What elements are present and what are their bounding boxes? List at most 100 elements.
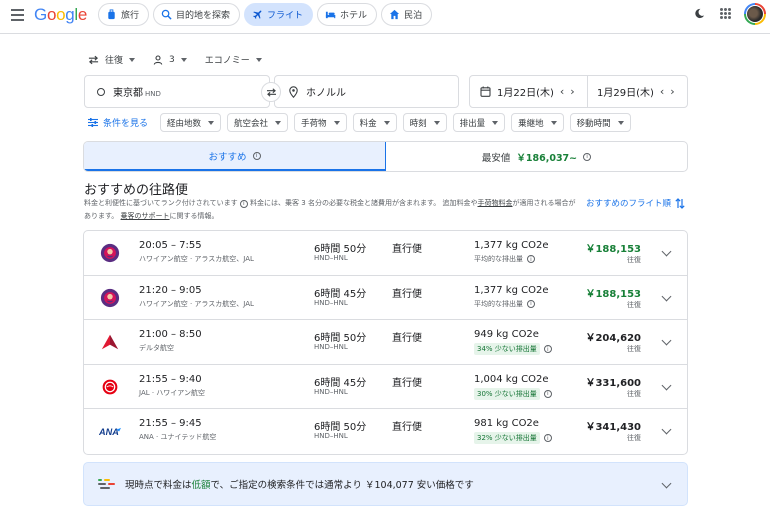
price-insight-text: 現時点で料金は低額で、ご指定の検索条件では通常より ￥104,077 安い価格で… <box>125 477 474 491</box>
all-filters-button[interactable]: 条件を見る <box>88 116 148 129</box>
info-icon[interactable]: i <box>527 299 535 308</box>
info-icon[interactable]: i <box>543 434 552 443</box>
trip-options: 往復 3 エコノミー <box>88 53 262 66</box>
expand-chevron-icon[interactable] <box>661 246 672 257</box>
co2-note: 34% 少ない排出量 i <box>474 343 552 356</box>
airline-name: デルタ航空 <box>139 344 174 353</box>
flight-duration: 6時間 45分 <box>314 288 367 300</box>
flight-times: 21:00 – 8:50 <box>139 329 202 341</box>
product-tabs: 旅行 目的地を探索 フライト ホテル 民泊 <box>98 3 433 26</box>
flight-stops: 直行便 <box>392 422 422 434</box>
tab-travel-label: 旅行 <box>121 11 140 21</box>
swap-arrows-icon <box>88 55 99 64</box>
expand-chevron-icon[interactable] <box>661 478 672 489</box>
tab-flights[interactable]: フライト <box>244 3 314 26</box>
tab-travel[interactable]: 旅行 <box>98 3 150 26</box>
flight-duration: 6時間 45分 <box>314 377 367 389</box>
passenger-assistance-link[interactable]: 乗客のサポート <box>121 212 170 220</box>
sort-by-button[interactable]: おすすめのフライト順 <box>586 197 685 209</box>
flight-row[interactable]: 21:00 – 8:50 デルタ航空 6時間 50分 HND–HNL 直行便 9… <box>84 320 687 365</box>
tip-low-label: 低額 <box>191 480 211 491</box>
cabin-class-value: エコノミー <box>204 56 250 66</box>
filter-airlines[interactable]: 航空会社 <box>227 113 289 132</box>
caret-down-icon <box>383 120 390 125</box>
info-icon[interactable]: i <box>527 255 535 263</box>
trip-type-select[interactable]: 往復 <box>88 53 136 66</box>
origin-field[interactable]: 東京都 HND <box>84 75 270 108</box>
filter-duration[interactable]: 移動時間 <box>569 113 631 132</box>
filter-label: 排出量 <box>459 118 486 129</box>
info-icon[interactable]: i <box>239 199 248 208</box>
ranking-note: 料金と利便性に基づいてランク付けされています i 料金には、乗客 3 名分の必要… <box>84 197 580 223</box>
expand-chevron-icon[interactable] <box>661 424 672 435</box>
cabin-class-select[interactable]: エコノミー <box>205 53 262 66</box>
flight-row[interactable]: ANA 21:55 – 9:45 ANA · ユナイテッド航空 6時間 50分 … <box>84 409 687 454</box>
return-date-field[interactable]: 1月29日(木) ‹ › <box>588 76 675 107</box>
delta-logo <box>99 331 121 353</box>
bag-fees-link[interactable]: 手荷物料金 <box>478 199 513 207</box>
location-pin-icon <box>289 85 298 98</box>
note-text: 料金には、乗客 3 名分の必要な税金と諸費用が含まれます。 追加料金や <box>250 199 478 207</box>
tab-explore[interactable]: 目的地を探索 <box>153 3 241 26</box>
main-menu-icon[interactable] <box>11 9 24 21</box>
price-insight-banner[interactable]: 現時点で料金は低額で、ご指定の検索条件では通常より ￥104,077 安い価格で… <box>83 462 688 506</box>
info-icon[interactable]: i <box>583 152 592 161</box>
passengers-select[interactable]: 3 <box>153 53 187 66</box>
tab-flights-label: フライト <box>267 11 304 21</box>
account-avatar[interactable] <box>744 3 766 25</box>
expand-chevron-icon[interactable] <box>661 380 672 391</box>
google-apps-icon[interactable] <box>720 8 731 19</box>
flight-route: HND–HNL <box>314 387 348 396</box>
co2-emissions: 981 kg CO2e <box>474 418 539 430</box>
flight-duration: 6時間 50分 <box>314 333 367 345</box>
chevron-left-icon[interactable]: ‹ <box>660 85 664 98</box>
info-icon[interactable]: i <box>543 345 552 354</box>
tab-cheapest[interactable]: 最安値 ￥186,037~ i <box>386 142 687 171</box>
flight-row[interactable]: 21:55 – 9:40 JAL · ハワイアン航空 6時間 45分 HND–H… <box>84 365 687 410</box>
flight-times: 21:55 – 9:45 <box>139 418 202 430</box>
date-field: 1月22日(木) ‹ › 1月29日(木) ‹ › <box>469 75 688 108</box>
filter-bags[interactable]: 手荷物 <box>294 113 347 132</box>
tab-vacation-rentals[interactable]: 民泊 <box>381 3 433 26</box>
trip-type-value: 往復 <box>105 56 124 66</box>
chevron-right-icon[interactable]: › <box>570 85 574 98</box>
filter-label: 航空会社 <box>234 118 269 129</box>
flight-row[interactable]: 20:05 – 7:55 ハワイアン航空 · アラスカ航空、JAL 6時間 50… <box>84 231 687 276</box>
flight-route: HND–HNL <box>314 343 348 352</box>
caret-down-icon <box>433 120 440 125</box>
note-text: に関する情報。 <box>169 212 219 220</box>
sort-icon <box>675 197 685 209</box>
flight-results-list: 20:05 – 7:55 ハワイアン航空 · アラスカ航空、JAL 6時間 50… <box>83 230 688 455</box>
info-icon[interactable]: i <box>543 389 552 398</box>
flight-stops: 直行便 <box>392 377 422 389</box>
swap-locations-button[interactable] <box>261 82 281 102</box>
top-bar: Google 旅行 目的地を探索 フライト ホテル 民泊 <box>0 0 770 34</box>
tab-best[interactable]: おすすめ i <box>84 142 386 171</box>
filter-connecting-airports[interactable]: 乗継地 <box>511 113 564 132</box>
destination-value: ホノルル <box>306 88 346 99</box>
flight-price: ￥188,153 <box>585 244 641 255</box>
filter-times[interactable]: 時刻 <box>402 113 447 132</box>
tab-hotels[interactable]: ホテル <box>317 3 378 26</box>
destination-field[interactable]: ホノルル <box>274 75 459 108</box>
cheapest-price: ￥186,037~ <box>516 152 578 164</box>
flight-row[interactable]: 21:20 – 9:05 ハワイアン航空 · アラスカ航空、JAL 6時間 45… <box>84 276 687 321</box>
caret-down-icon <box>208 120 215 125</box>
flight-duration: 6時間 50分 <box>314 244 367 255</box>
chevron-right-icon[interactable]: › <box>670 85 674 98</box>
filter-stops[interactable]: 経由地数 <box>160 113 222 132</box>
caret-down-icon <box>129 57 136 62</box>
chevron-left-icon[interactable]: ‹ <box>560 85 564 98</box>
co2-emissions: 1,377 kg CO2e <box>474 240 549 251</box>
dark-mode-icon[interactable] <box>694 8 705 19</box>
expand-chevron-icon[interactable] <box>661 335 672 346</box>
filter-emissions[interactable]: 排出量 <box>452 113 506 132</box>
info-icon[interactable]: i <box>252 151 261 160</box>
depart-date-field[interactable]: 1月22日(木) ‹ › <box>470 76 588 107</box>
suitcase-icon <box>108 9 115 20</box>
expand-chevron-icon[interactable] <box>661 291 672 302</box>
caret-down-icon <box>492 120 499 125</box>
filter-price[interactable]: 料金 <box>352 113 397 132</box>
co2-reduction-badge: 34% 少ない排出量 <box>474 343 540 356</box>
google-logo[interactable]: Google <box>34 5 87 25</box>
